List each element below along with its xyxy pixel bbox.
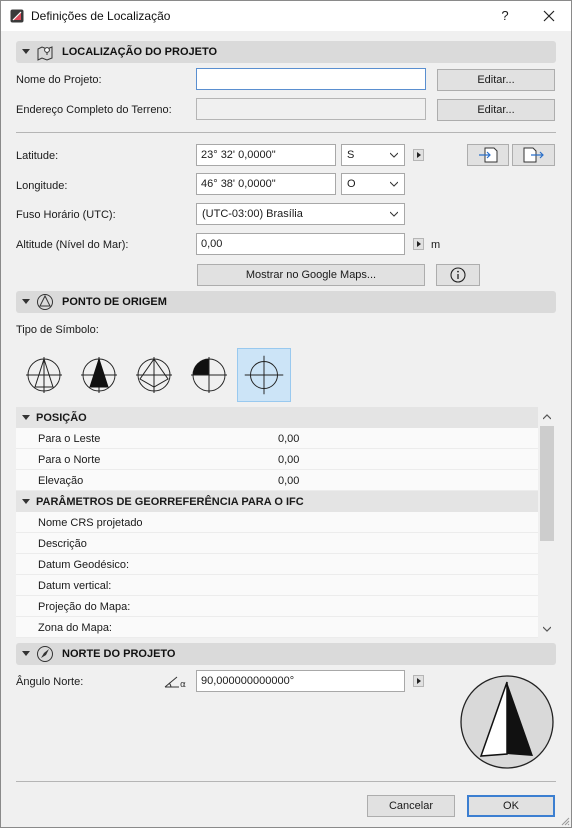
origin-symbol-4-icon[interactable]	[183, 349, 235, 401]
altitude-unit: m	[431, 239, 441, 251]
section-title: PONTO DE ORIGEM	[62, 296, 167, 308]
collapse-triangle-icon[interactable]	[22, 299, 30, 304]
address-input[interactable]	[196, 98, 426, 120]
collapse-triangle-icon[interactable]	[22, 499, 30, 504]
origin-symbol-2-icon[interactable]	[73, 349, 125, 401]
address-label: Endereço Completo do Terreno:	[16, 104, 172, 116]
angle-icon: α	[164, 676, 186, 690]
longitude-hemisphere-select[interactable]: O	[341, 173, 405, 195]
tree-row-key: Elevação	[38, 475, 84, 487]
section-project-north[interactable]: NORTE DO PROJETO	[16, 643, 556, 665]
section-origin-point[interactable]: PONTO DE ORIGEM	[16, 291, 556, 313]
tree-header-position[interactable]: POSIÇÃO	[16, 407, 538, 428]
tree-row-value[interactable]: 0,00	[278, 475, 299, 487]
north-angle-label: Ângulo Norte:	[16, 676, 84, 688]
compass-icon	[37, 646, 53, 662]
app-icon	[10, 9, 24, 23]
latitude-input[interactable]: 23° 32' 0,0000"	[196, 144, 336, 166]
tree-row-value[interactable]: 0,00	[278, 454, 299, 466]
altitude-expand-arrow[interactable]	[413, 238, 424, 250]
origin-symbol-icon	[37, 294, 53, 310]
section-title: NORTE DO PROJETO	[62, 648, 176, 660]
tree-row-key: Zona do Mapa:	[38, 622, 112, 634]
origin-symbol-1-icon[interactable]	[18, 349, 70, 401]
edit-project-name-button[interactable]: Editar...	[437, 69, 555, 91]
ok-button[interactable]: OK	[467, 795, 555, 817]
section-project-location[interactable]: LOCALIZAÇÃO DO PROJETO	[16, 41, 556, 63]
window-title: Definições de Localização	[31, 9, 171, 23]
tree-row-key: Datum Geodésico:	[38, 559, 130, 571]
altitude-input[interactable]: 0,00	[196, 233, 405, 255]
tree-row[interactable]: Zona do Mapa:	[16, 617, 538, 638]
scrollbar-thumb[interactable]	[540, 426, 554, 541]
timezone-value: (UTC-03:00) Brasília	[202, 208, 303, 220]
tree-row[interactable]: Para o Leste 0,00	[16, 428, 538, 449]
collapse-triangle-icon[interactable]	[22, 49, 30, 54]
section-title: LOCALIZAÇÃO DO PROJETO	[62, 46, 218, 58]
chevron-down-icon	[390, 181, 398, 187]
title-bar: Definições de Localização ?	[1, 1, 571, 31]
info-icon[interactable]	[436, 264, 480, 286]
tree-row-key: Descrição	[38, 538, 87, 550]
import-location-icon[interactable]	[467, 144, 509, 166]
collapse-triangle-icon[interactable]	[22, 415, 30, 420]
map-pin-icon	[37, 46, 53, 61]
chevron-down-icon	[390, 211, 398, 217]
symbol-type-label: Tipo de Símbolo:	[16, 324, 99, 336]
latitude-expand-arrow[interactable]	[413, 149, 424, 161]
tree-row[interactable]: Elevação 0,00	[16, 470, 538, 491]
latitude-hemisphere-select[interactable]: S	[341, 144, 405, 166]
divider	[16, 132, 556, 133]
collapse-triangle-icon[interactable]	[22, 651, 30, 656]
tree-row[interactable]: Projeção do Mapa:	[16, 596, 538, 617]
longitude-label: Longitude:	[16, 180, 68, 192]
scroll-up-icon[interactable]	[543, 413, 551, 421]
project-name-input[interactable]	[196, 68, 426, 90]
resize-grip-icon[interactable]	[560, 816, 570, 826]
origin-symbol-5-icon[interactable]	[237, 348, 291, 402]
tree-row-key: Projeção do Mapa:	[38, 601, 131, 613]
tree-row-value[interactable]: 0,00	[278, 433, 299, 445]
tree-row[interactable]: Datum vertical:	[16, 575, 538, 596]
export-location-icon[interactable]	[512, 144, 555, 166]
tree-row[interactable]: Datum Geodésico:	[16, 554, 538, 575]
origin-symbol-3-icon[interactable]	[128, 349, 180, 401]
tree-row[interactable]: Para o Norte 0,00	[16, 449, 538, 470]
tree-row-key: Para o Leste	[38, 433, 101, 445]
divider	[16, 781, 556, 782]
scroll-down-icon[interactable]	[543, 625, 551, 633]
longitude-hemisphere-value: O	[347, 178, 356, 190]
tree-header-label: PARÂMETROS DE GEORREFERÊNCIA PARA O IFC	[36, 496, 304, 508]
north-compass-icon[interactable]	[459, 674, 555, 770]
longitude-input[interactable]: 46° 38' 0,0000"	[196, 173, 336, 195]
north-angle-input[interactable]: 90,000000000000°	[196, 670, 405, 692]
tree-row-key: Nome CRS projetado	[38, 517, 143, 529]
edit-address-button[interactable]: Editar...	[437, 99, 555, 121]
latitude-hemisphere-value: S	[347, 149, 355, 161]
show-google-maps-button[interactable]: Mostrar no Google Maps...	[197, 264, 425, 286]
close-icon[interactable]	[535, 6, 563, 26]
tree-header-ifc[interactable]: PARÂMETROS DE GEORREFERÊNCIA PARA O IFC	[16, 491, 538, 512]
cancel-button[interactable]: Cancelar	[367, 795, 455, 817]
project-name-label: Nome do Projeto:	[16, 74, 102, 86]
tree-row[interactable]: Nome CRS projetado	[16, 512, 538, 533]
tree-row-key: Datum vertical:	[38, 580, 112, 592]
latitude-label: Latitude:	[16, 150, 59, 162]
chevron-down-icon	[390, 152, 398, 158]
properties-tree[interactable]: POSIÇÃO Para o Leste 0,00 Para o Norte 0…	[16, 407, 556, 638]
help-button[interactable]: ?	[493, 6, 517, 26]
timezone-label: Fuso Horário (UTC):	[16, 209, 116, 221]
timezone-select[interactable]: (UTC-03:00) Brasília	[196, 203, 405, 225]
svg-text:α: α	[180, 680, 186, 690]
north-angle-expand-arrow[interactable]	[413, 675, 424, 687]
altitude-label: Altitude (Nível do Mar):	[16, 239, 129, 251]
tree-row-key: Para o Norte	[38, 454, 101, 466]
tree-row[interactable]: Descrição	[16, 533, 538, 554]
tree-header-label: POSIÇÃO	[36, 412, 87, 424]
